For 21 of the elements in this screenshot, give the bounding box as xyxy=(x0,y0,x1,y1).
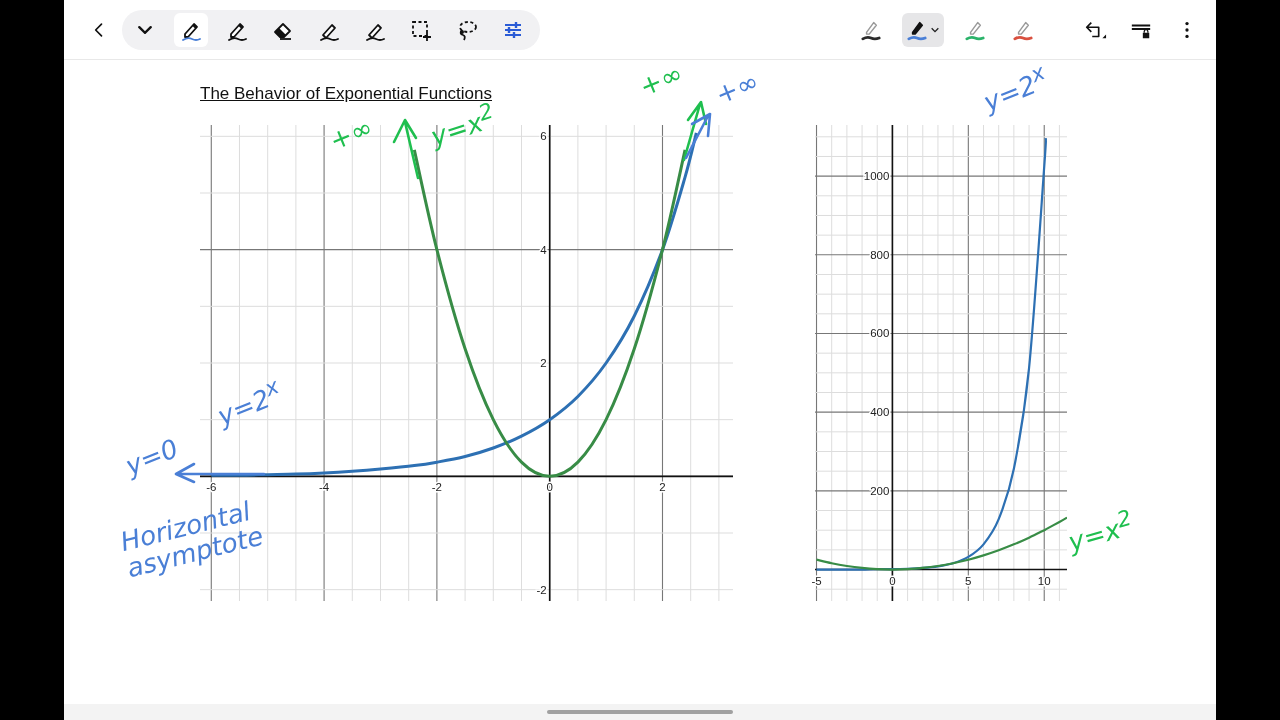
tick-label: 6 xyxy=(540,130,547,143)
tick-label: 10 xyxy=(1037,574,1051,587)
handwritten-note: +∞ xyxy=(636,60,687,102)
tick-label: 800 xyxy=(870,248,890,261)
tick-label: 200 xyxy=(870,484,890,497)
pen-tool[interactable] xyxy=(174,12,208,47)
page-title: The Behavior of Exponential Functions xyxy=(200,84,492,103)
handwritten-note: y=0 xyxy=(122,434,183,481)
tick-label: -6 xyxy=(206,481,217,494)
tick-label: 2 xyxy=(659,481,666,494)
tick-label: 1000 xyxy=(863,170,890,183)
tick-label: -2 xyxy=(536,583,547,596)
handwritten-note: +∞ xyxy=(326,113,377,156)
tick-label: -2 xyxy=(431,481,442,494)
tick-label: -4 xyxy=(318,481,330,494)
tick-label: 5 xyxy=(965,574,972,587)
chevron-down-icon xyxy=(138,25,152,34)
tick-label: 2 xyxy=(540,357,547,369)
pen-color-button[interactable] xyxy=(902,12,944,47)
handwritten-note: +∞ xyxy=(712,67,763,110)
tick-label: 400 xyxy=(870,406,890,419)
